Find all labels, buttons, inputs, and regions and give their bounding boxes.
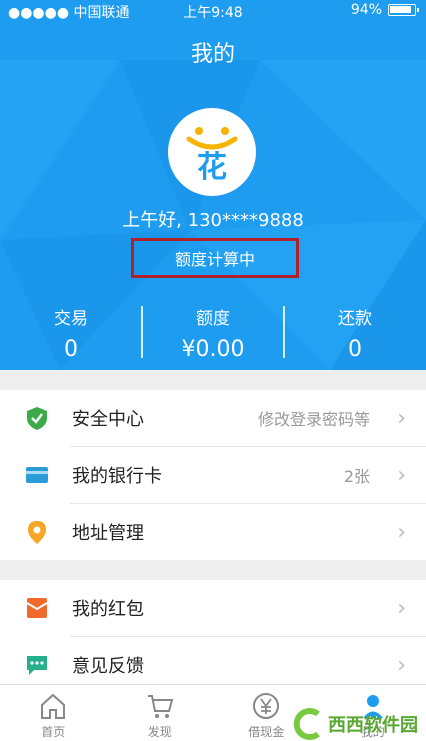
red-packet-icon <box>26 598 48 618</box>
battery-icon <box>388 4 419 16</box>
chevron-right-icon: › <box>397 405 406 431</box>
watermark-logo-icon <box>293 708 320 740</box>
stat-label: 还款 <box>338 309 372 329</box>
tab-discover[interactable]: 发现 <box>107 685 214 741</box>
greeting-text: 上午好, 130****9888 <box>122 210 304 231</box>
stat-value: 0 <box>348 337 362 362</box>
stats-row: 交易 0 额度 ¥0.00 还款 0 <box>0 298 426 364</box>
home-icon <box>41 693 66 719</box>
stat-value: ¥0.00 <box>181 337 245 362</box>
section-gap <box>0 560 426 580</box>
stat-divider <box>141 306 143 358</box>
menu-label: 我的银行卡 <box>72 466 162 487</box>
menu-label: 意见反馈 <box>72 656 144 677</box>
tab-label: 首页 <box>41 725 66 739</box>
watermark-text: 西西软件园 <box>328 715 418 736</box>
stat-value: 0 <box>64 337 78 362</box>
yuan-coin-icon <box>253 693 280 719</box>
menu-item-red-packet[interactable]: 我的红包 › <box>0 580 426 636</box>
chevron-right-icon: › <box>397 652 406 678</box>
stat-quota[interactable]: 额度 ¥0.00 <box>141 298 284 364</box>
menu-label: 安全中心 <box>72 409 144 430</box>
page-title: 我的 <box>190 42 235 67</box>
menu-label: 我的红包 <box>72 599 144 620</box>
cart-icon <box>147 695 174 718</box>
chevron-right-icon: › <box>397 462 406 488</box>
section-gap <box>0 370 426 390</box>
avatar[interactable]: 花 <box>168 108 256 196</box>
profile-header: ●●●●● 中国联通 上午9:48 94% 我的 花 上午好, 130****9… <box>0 0 426 370</box>
location-pin-icon <box>28 521 46 544</box>
feedback-icon <box>27 656 47 675</box>
stat-label: 交易 <box>54 309 88 329</box>
quota-status-box: 额度计算中 <box>131 238 299 278</box>
menu-item-security[interactable]: 安全中心 修改登录密码等 › <box>0 390 426 446</box>
chevron-right-icon: › <box>397 595 406 621</box>
menu-item-address[interactable]: 地址管理 › <box>0 504 426 560</box>
menu-sub: 修改登录密码等 <box>257 410 370 429</box>
tab-label: 借现金 <box>248 725 285 739</box>
stat-transactions[interactable]: 交易 0 <box>0 298 142 364</box>
status-bar: ●●●●● 中国联通 上午9:48 94% <box>0 0 426 22</box>
stat-label: 额度 <box>196 309 230 329</box>
tab-label: 发现 <box>147 725 172 739</box>
svg-text:花: 花 <box>197 150 227 185</box>
quota-status-text: 额度计算中 <box>174 250 255 269</box>
chevron-right-icon: › <box>397 519 406 545</box>
stat-repayment[interactable]: 还款 0 <box>283 298 426 364</box>
stat-divider <box>283 306 285 358</box>
menu-label: 地址管理 <box>72 523 144 544</box>
huabei-logo-icon: 花 <box>186 127 238 185</box>
tab-home[interactable]: 首页 <box>0 685 107 741</box>
menu-sub: 2张 <box>343 467 370 486</box>
watermark: 西西软件园 <box>288 708 418 740</box>
battery-percent: 94% <box>350 2 382 18</box>
menu-item-bank-card[interactable]: 我的银行卡 2张 › <box>0 447 426 503</box>
bank-card-icon <box>26 467 48 483</box>
shield-icon <box>27 407 47 430</box>
